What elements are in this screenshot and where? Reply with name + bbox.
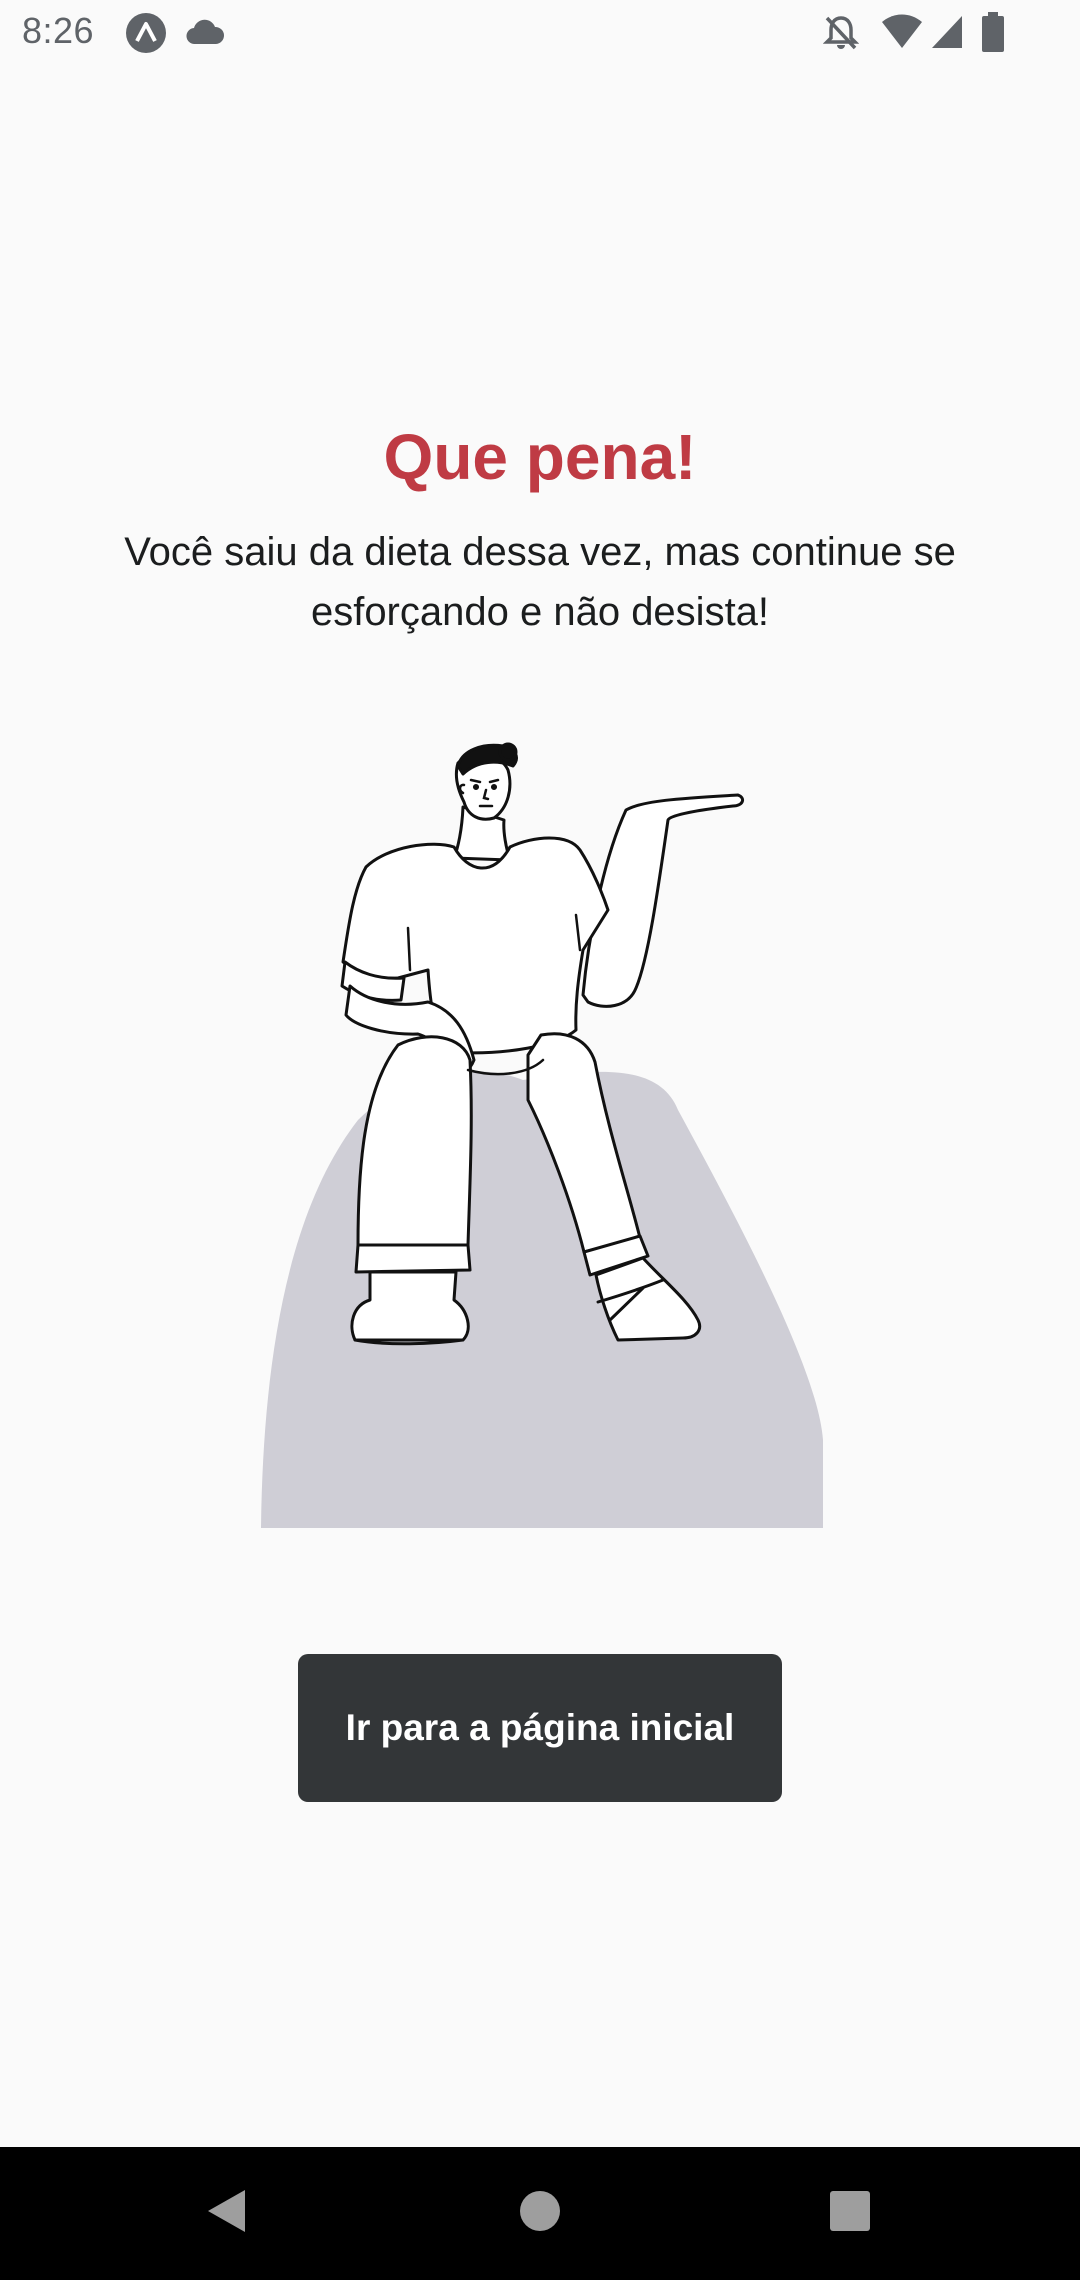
- status-bar: 8:26: [0, 0, 1080, 66]
- navigation-bar: [0, 2147, 1080, 2280]
- wifi-icon: [880, 14, 924, 50]
- nav-back-button[interactable]: [146, 2147, 306, 2280]
- left-shoe: [350, 1270, 470, 1342]
- feedback-message: Você saiu da dieta dessa vez, mas contin…: [124, 530, 956, 634]
- notifications-off-icon: [823, 14, 859, 52]
- cloud-icon: [185, 18, 225, 46]
- status-time: 8:26: [22, 10, 95, 51]
- back-icon: [205, 2188, 247, 2239]
- rock-shape: [261, 1071, 823, 1528]
- nav-home-button[interactable]: [460, 2147, 620, 2280]
- cellular-signal-icon: [930, 14, 964, 50]
- page-title: Que pena!: [383, 421, 697, 493]
- go-home-button[interactable]: Ir para a página inicial: [298, 1654, 782, 1802]
- battery-icon: [982, 12, 1004, 52]
- recents-icon: [829, 2190, 871, 2237]
- home-icon: [519, 2190, 561, 2237]
- left-leg: [356, 1035, 473, 1247]
- raised-arm: [581, 793, 745, 1008]
- person-sitting-illustration: [258, 740, 828, 1530]
- nav-recents-button[interactable]: [770, 2147, 930, 2280]
- app-notification-icon: [125, 12, 167, 54]
- left-cuff: [354, 1243, 472, 1274]
